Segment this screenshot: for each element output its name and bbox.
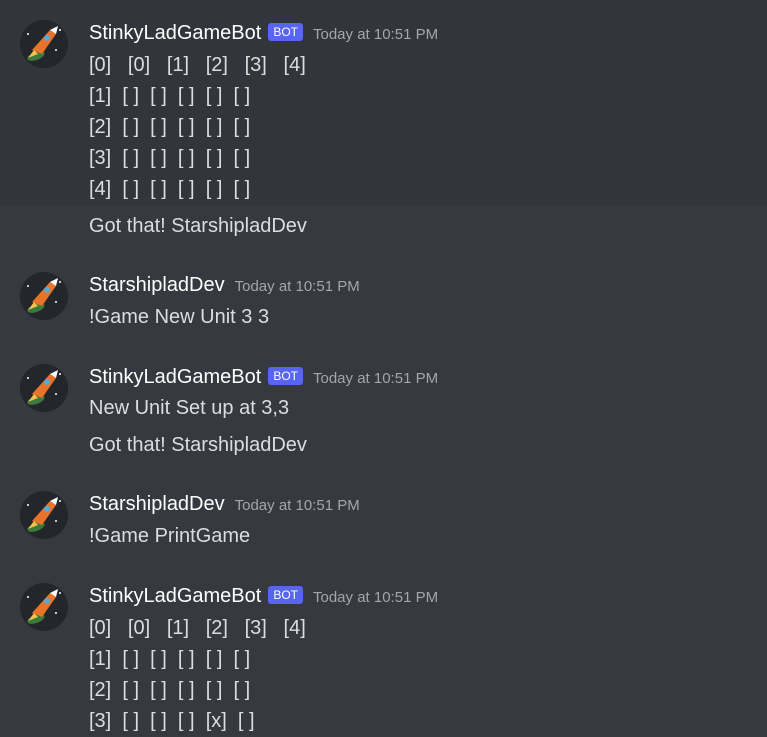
message-line: !Game New Unit 3 3 (89, 306, 270, 328)
message-line: [2] [ ] [ ] [ ] [ ] [ ] (89, 116, 251, 138)
rocket-avatar-icon (20, 20, 68, 68)
author-name[interactable]: StinkyLadGameBot (89, 585, 261, 608)
avatar[interactable] (20, 272, 68, 320)
timestamp: Today at 10:51 PM (234, 497, 360, 514)
timestamp: Today at 10:51 PM (313, 589, 439, 606)
message-line: [0] [0] [1] [2] [3] [4] (89, 617, 306, 639)
message-line: Got that! StarshipladDev (89, 434, 307, 456)
message-line: [3] [ ] [ ] [ ] [x] [ ] (89, 710, 255, 732)
message-line: [3] [ ] [ ] [ ] [ ] [ ] (89, 147, 251, 169)
timestamp: Today at 10:51 PM (313, 370, 439, 387)
timestamp: Today at 10:51 PM (234, 278, 360, 295)
author-name[interactable]: StarshipladDev (89, 274, 225, 297)
message-line: [4] [ ] [ ] [ ] [ ] [ ] (89, 178, 251, 200)
message-line: Got that! StarshipladDev (89, 215, 307, 237)
author-name[interactable]: StarshipladDev (89, 493, 225, 516)
avatar[interactable] (20, 364, 68, 412)
author-name[interactable]: StinkyLadGameBot (89, 366, 261, 389)
timestamp: Today at 10:51 PM (313, 26, 439, 43)
message-line: !Game PrintGame (89, 525, 251, 547)
rocket-avatar-icon (20, 364, 68, 412)
avatar[interactable] (20, 583, 68, 631)
rocket-avatar-icon (20, 272, 68, 320)
rocket-avatar-icon (20, 491, 68, 539)
bot-badge: BOT (268, 586, 303, 604)
avatar[interactable] (20, 20, 68, 68)
bot-badge: BOT (268, 367, 303, 385)
message-line: [1] [ ] [ ] [ ] [ ] [ ] (89, 648, 251, 670)
author-name[interactable]: StinkyLadGameBot (89, 22, 261, 45)
message-line: [0] [0] [1] [2] [3] [4] (89, 54, 306, 76)
rocket-avatar-icon (20, 583, 68, 631)
message-line: New Unit Set up at 3,3 (89, 397, 290, 419)
message-line: [2] [ ] [ ] [ ] [ ] [ ] (89, 679, 251, 701)
message-line: [1] [ ] [ ] [ ] [ ] [ ] (89, 85, 251, 107)
avatar[interactable] (20, 491, 68, 539)
bot-badge: BOT (268, 23, 303, 41)
